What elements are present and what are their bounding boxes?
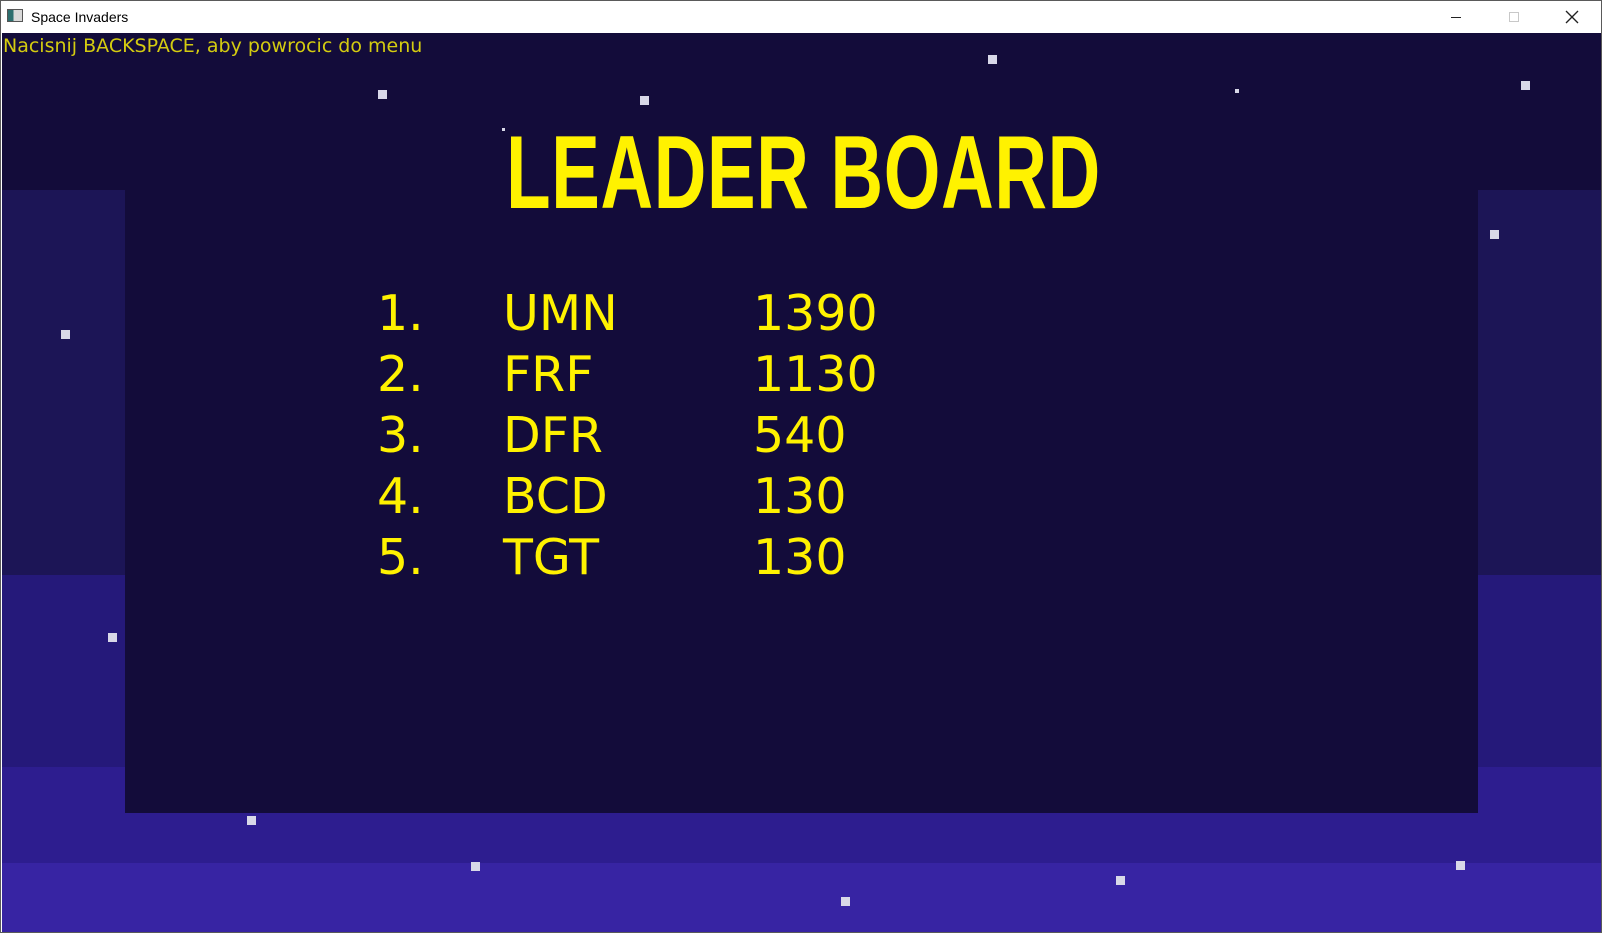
game-window: Space Invaders Nacisnij BACKSPACE, aby p… <box>0 0 1602 933</box>
player-name: FRF <box>503 346 594 403</box>
rank-label: 4. <box>377 468 424 525</box>
leaderboard-row: 1. UMN 1390 <box>2 283 1601 344</box>
leaderboard-row: 5. TGT 130 <box>2 527 1601 588</box>
close-icon <box>1565 10 1579 24</box>
close-button[interactable] <box>1543 1 1601 33</box>
title-bar[interactable]: Space Invaders <box>1 1 1601 33</box>
app-window-icon <box>7 9 23 22</box>
leaderboard-row: 3. DFR 540 <box>2 405 1601 466</box>
player-score: 130 <box>753 529 847 586</box>
game-canvas: Nacisnij BACKSPACE, aby powrocic do menu… <box>2 33 1601 932</box>
player-name: UMN <box>503 285 618 342</box>
leaderboard-list: 1. UMN 1390 2. FRF 1130 3. DFR 540 4. BC… <box>2 33 1601 932</box>
rank-label: 1. <box>377 285 424 342</box>
player-name: BCD <box>503 468 608 525</box>
player-score: 1130 <box>753 346 878 403</box>
player-score: 1390 <box>753 285 878 342</box>
player-score: 130 <box>753 468 847 525</box>
player-score: 540 <box>753 407 847 464</box>
leaderboard-row: 2. FRF 1130 <box>2 344 1601 405</box>
rank-label: 5. <box>377 529 424 586</box>
rank-label: 3. <box>377 407 424 464</box>
minimize-icon <box>1451 16 1461 18</box>
maximize-icon <box>1509 12 1519 22</box>
leaderboard-row: 4. BCD 130 <box>2 466 1601 527</box>
rank-label: 2. <box>377 346 424 403</box>
minimize-button[interactable] <box>1427 1 1485 33</box>
window-title: Space Invaders <box>31 9 129 25</box>
maximize-button[interactable] <box>1485 1 1543 33</box>
player-name: TGT <box>503 529 600 586</box>
player-name: DFR <box>503 407 603 464</box>
